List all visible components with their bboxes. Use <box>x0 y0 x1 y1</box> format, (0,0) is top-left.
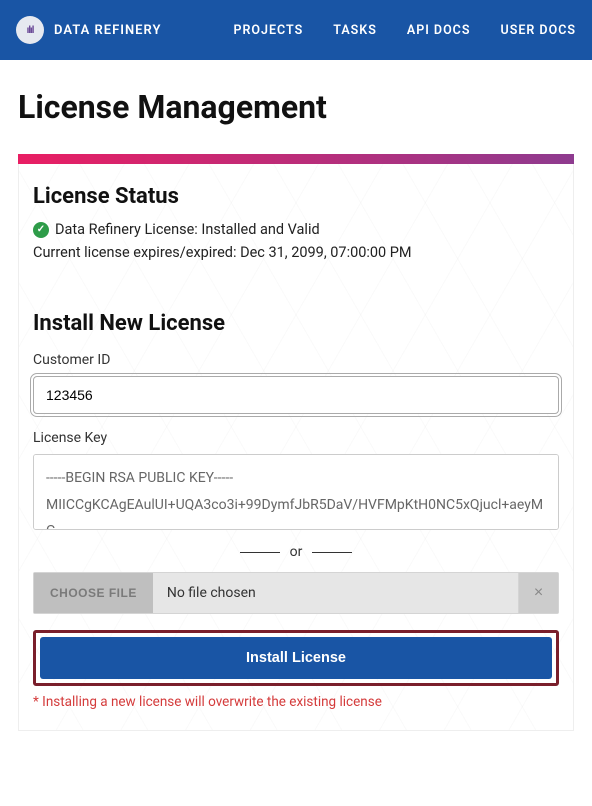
page-title: License Management <box>18 88 574 126</box>
close-icon: × <box>534 584 543 601</box>
nav-link-projects[interactable]: PROJECTS <box>233 23 303 38</box>
license-status-heading: License Status <box>33 184 559 209</box>
top-navbar: ılıl DATA REFINERY PROJECTS TASKS API DO… <box>0 0 592 60</box>
nav-links: PROJECTS TASKS API DOCS USER DOCS <box>189 23 576 38</box>
brand-text: DATA REFINERY <box>54 23 161 38</box>
expires-value: Dec 31, 2099, 07:00:00 PM <box>240 244 412 261</box>
divider-line-left <box>240 552 280 553</box>
nav-link-user-docs[interactable]: USER DOCS <box>501 23 577 38</box>
or-divider: or <box>33 544 559 560</box>
file-picker-row: CHOOSE FILE No file chosen × <box>33 572 559 614</box>
nav-link-api-docs[interactable]: API DOCS <box>407 23 471 38</box>
expires-label: Current license expires/expired: <box>33 244 236 261</box>
license-status-row: ✓ Data Refinery License: Installed and V… <box>33 221 559 238</box>
card-gradient-bar <box>18 154 574 164</box>
divider-line-right <box>312 552 352 553</box>
customer-id-input[interactable] <box>33 376 559 414</box>
nav-link-tasks[interactable]: TASKS <box>333 23 377 38</box>
or-label: or <box>290 544 303 560</box>
license-status-text: Data Refinery License: Installed and Val… <box>55 221 320 238</box>
check-circle-icon: ✓ <box>33 222 49 238</box>
license-expires-row: Current license expires/expired: Dec 31,… <box>33 244 559 261</box>
customer-id-label: Customer ID <box>33 352 559 368</box>
file-name-display: No file chosen <box>153 573 518 613</box>
brand[interactable]: ılıl DATA REFINERY <box>16 16 161 44</box>
install-warning-text: * Installing a new license will overwrit… <box>33 694 559 710</box>
license-card: License Status ✓ Data Refinery License: … <box>18 164 574 731</box>
license-key-textarea[interactable]: -----BEGIN RSA PUBLIC KEY----- MIICCgKCA… <box>33 454 559 530</box>
page-body: License Management License Status ✓ Data… <box>0 60 592 731</box>
brand-logo-icon: ılıl <box>16 16 44 44</box>
license-key-label: License Key <box>33 430 559 446</box>
install-button-highlight: Install License <box>33 630 559 686</box>
install-license-button[interactable]: Install License <box>40 637 552 679</box>
choose-file-button[interactable]: CHOOSE FILE <box>34 573 153 613</box>
install-license-heading: Install New License <box>33 311 559 336</box>
clear-file-button[interactable]: × <box>518 573 558 613</box>
